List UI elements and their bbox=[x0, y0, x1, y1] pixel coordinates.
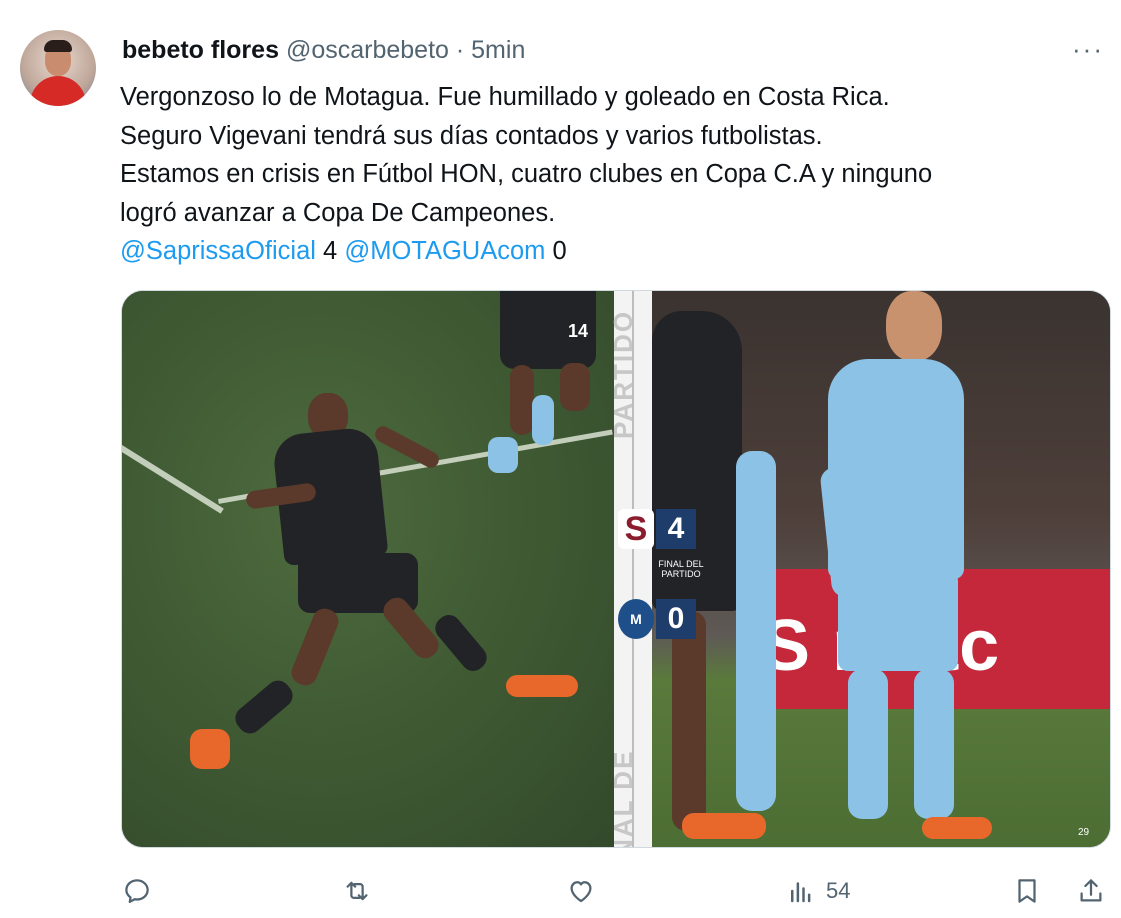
vertical-text-bottom: FINAL DE bbox=[608, 749, 638, 848]
player-boot bbox=[922, 817, 992, 839]
tweet-media-image[interactable]: 14 S ncac 29 PARTIDO bbox=[121, 290, 1111, 848]
motagua-logo: M bbox=[618, 599, 654, 639]
mention-saprissa[interactable]: @SaprissaOficial bbox=[120, 237, 316, 265]
jersey-number: 14 bbox=[568, 321, 589, 341]
photo-left: 14 bbox=[122, 291, 614, 847]
player-boot bbox=[488, 437, 518, 473]
player-sock bbox=[230, 675, 298, 739]
score-saprissa: 4 bbox=[315, 237, 345, 265]
saprissa-score: 4 bbox=[656, 509, 696, 549]
author-handle[interactable]: @oscarbebeto bbox=[286, 36, 449, 64]
bookmark-button[interactable] bbox=[1012, 874, 1042, 908]
player-boot bbox=[506, 675, 578, 697]
share-button[interactable] bbox=[1076, 874, 1106, 908]
player-boot bbox=[532, 395, 554, 445]
player-leg bbox=[560, 363, 590, 411]
pitch-line bbox=[122, 445, 224, 514]
avatar[interactable] bbox=[20, 30, 96, 106]
player-leg bbox=[510, 365, 534, 435]
retweet-icon bbox=[346, 881, 368, 901]
more-options-button[interactable]: ··· bbox=[1068, 34, 1108, 66]
final-label: FINAL DEL PARTIDO bbox=[658, 559, 704, 579]
tweet-header: bebeto flores @oscarbebeto · 5min bbox=[122, 34, 525, 66]
tweet[interactable]: bebeto flores @oscarbebeto · 5min ··· Ve… bbox=[0, 0, 1121, 918]
avatar-shirt bbox=[30, 76, 86, 106]
share-icon bbox=[1080, 879, 1102, 902]
photo-number: 29 bbox=[1078, 827, 1090, 838]
player-leg bbox=[287, 605, 343, 689]
heart-icon bbox=[570, 881, 592, 903]
retweet-button[interactable] bbox=[342, 874, 372, 908]
views-button[interactable]: 54 bbox=[786, 874, 850, 908]
player-arm bbox=[372, 423, 442, 471]
tweet-text-line: Seguro Vigevani tendrá sus días contados… bbox=[120, 121, 823, 150]
photo-right: S ncac 29 bbox=[652, 291, 1110, 847]
player-boot bbox=[682, 813, 766, 839]
tweet-text-line: Vergonzoso lo de Motagua. Fue humillado … bbox=[120, 83, 890, 111]
vertical-text-top: PARTIDO bbox=[608, 309, 638, 439]
author-name[interactable]: bebeto flores bbox=[122, 36, 279, 64]
header-separator: · bbox=[455, 36, 465, 64]
player-jersey bbox=[736, 451, 776, 811]
reply-icon bbox=[125, 879, 149, 903]
bookmark-icon bbox=[1018, 879, 1036, 903]
player-shorts bbox=[838, 571, 958, 671]
player-sock bbox=[848, 669, 888, 819]
saprissa-logo: S bbox=[618, 509, 654, 549]
views-count: 54 bbox=[826, 878, 851, 903]
player-sock bbox=[430, 610, 492, 676]
score-row-motagua: M 0 bbox=[614, 593, 700, 645]
motagua-score: 0 bbox=[656, 599, 696, 639]
tweet-score-line: @SaprissaOficial 4 @MOTAGUAcom 0 bbox=[120, 232, 1100, 271]
views-icon bbox=[791, 882, 811, 903]
score-row-saprissa: S 4 bbox=[614, 503, 700, 555]
like-button[interactable] bbox=[566, 874, 596, 908]
player-sock bbox=[914, 669, 954, 819]
reply-button[interactable] bbox=[122, 874, 152, 908]
player-boot bbox=[190, 729, 230, 769]
tweet-actions: 54 bbox=[0, 860, 1121, 918]
score-motagua: 0 bbox=[545, 237, 567, 265]
tweet-text: Vergonzoso lo de Motagua. Fue humillado … bbox=[120, 78, 1100, 271]
tweet-timestamp[interactable]: 5min bbox=[471, 36, 525, 64]
tweet-text-line: Estamos en crisis en Fútbol HON, cuatro … bbox=[120, 160, 933, 188]
avatar-hair bbox=[44, 40, 72, 52]
tweet-text-line: logró avanzar a Copa De Campeones. bbox=[120, 198, 556, 227]
mention-motagua[interactable]: @MOTAGUAcom bbox=[344, 237, 545, 265]
player-head bbox=[886, 291, 942, 361]
